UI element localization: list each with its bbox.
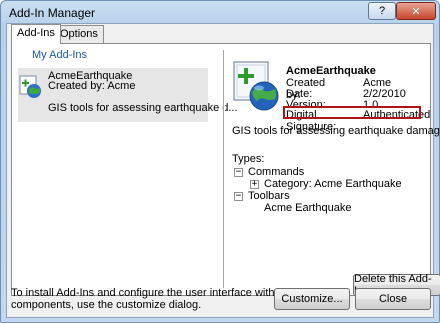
window-title: Add-In Manager [9,6,96,20]
footer-line-2: components, use the customize dialog. [11,299,202,311]
detail-add-in-name: AcmeEarthquake [286,65,376,77]
tree-node-toolbars[interactable]: − Toolbars [234,190,290,202]
close-icon: ✕ [411,5,421,18]
tree-toolbars-label: Toolbars [248,190,290,202]
tree-node-category[interactable]: + Category: Acme Earthquake [250,178,402,190]
add-ins-list-panel: My Add-Ins AcmeEarthquake Created by: Ac… [18,48,238,292]
add-in-manager-window: Add-In Manager ? ✕ Add-Ins Options My Ad… [0,0,440,323]
collapse-icon[interactable]: − [234,167,243,177]
tree-toolbar-item-label: Acme Earthquake [264,202,352,214]
signature-highlight-box [283,106,421,119]
tab-pane: My Add-Ins AcmeEarthquake Created by: Ac… [11,43,440,297]
details-panel: AcmeEarthquake Created by: Acme Date: 2/… [228,44,440,297]
help-button[interactable]: ? [368,2,396,20]
tree-node-toolbar-item[interactable]: Acme Earthquake [264,202,351,214]
item-created-by: Created by: Acme [48,80,136,92]
tree-node-commands[interactable]: − Commands [234,166,304,178]
detail-description: GIS tools for assessing earthquake damag… [232,125,440,137]
add-in-large-icon [233,61,279,111]
title-bar[interactable]: Add-In Manager ? ✕ [1,1,439,25]
tab-add-ins[interactable]: Add-Ins [11,24,61,44]
customize-button[interactable]: Customize... [274,288,350,310]
dialog-client: Add-Ins Options My Add-Ins AcmeEarthquak… [6,23,440,318]
section-title: My Add-Ins [32,49,88,61]
footer-help-text: To install Add-Ins and configure the use… [11,287,309,311]
tree-commands-label: Commands [248,166,305,178]
types-label: Types: [232,153,265,165]
list-item-add-in[interactable]: AcmeEarthquake Created by: Acme GIS tool… [18,68,238,122]
panel-splitter[interactable] [223,50,225,288]
item-description: GIS tools for assessing earthquake d... [48,102,238,114]
close-button[interactable]: Close [355,288,431,310]
close-window-button[interactable]: ✕ [396,2,436,20]
collapse-icon[interactable]: − [234,191,243,201]
tab-options[interactable]: Options [54,25,104,43]
add-in-icon [19,75,41,98]
expand-icon[interactable]: + [250,179,259,189]
footer-line-1: To install Add-Ins and configure the use… [11,287,310,299]
help-icon: ? [378,5,386,17]
tree-category-label: Category: Acme Earthquake [264,178,402,190]
